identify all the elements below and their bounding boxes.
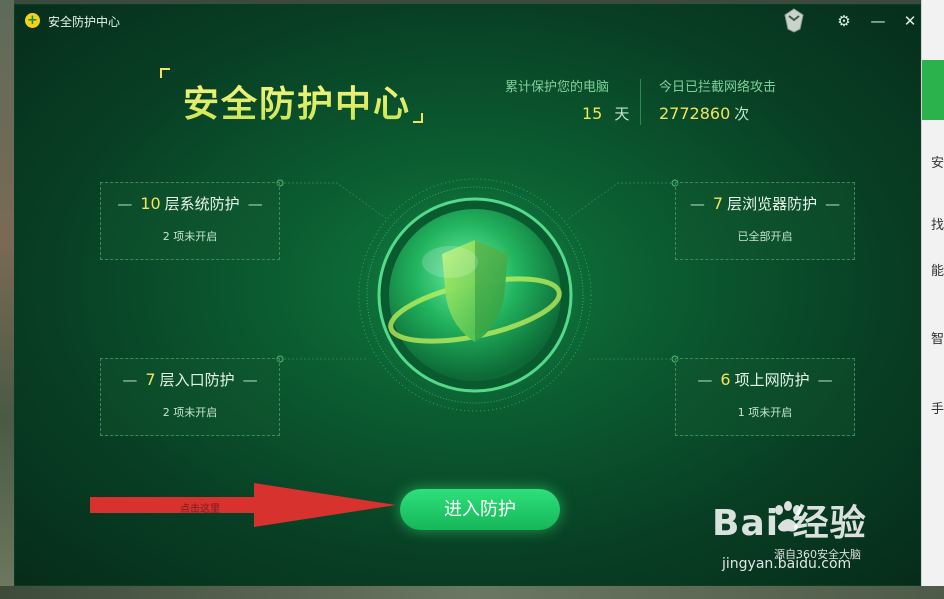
window-title: 安全防护中心 (48, 15, 121, 29)
card-count: 10 (140, 194, 161, 213)
protect-days-unit: 天 (614, 105, 630, 123)
title-bar: + 安全防护中心 ⚙ — ✕ (15, 5, 920, 35)
background-text: 找 (931, 218, 944, 233)
paw-icon (775, 501, 801, 532)
card-count: 7 (712, 194, 724, 213)
app-logo-icon: + (25, 13, 40, 28)
card-label: 项上网防护 (734, 371, 810, 389)
entry-protection-card[interactable]: —7 层入口防护 — 2 项未开启 (100, 358, 280, 436)
skin-badge-icon[interactable] (783, 7, 805, 33)
card-title: —7 层入口防护 — (122, 370, 258, 389)
title-bracket-decoration (160, 68, 170, 78)
card-status: 已全部开启 (737, 230, 793, 243)
card-status: 2 项未开启 (162, 230, 218, 243)
background-text: 手 (931, 402, 944, 417)
background-window-tab (922, 60, 944, 120)
card-count: 6 (720, 370, 731, 389)
card-label: 层入口防护 (159, 371, 235, 389)
web-protection-card[interactable]: —6 项上网防护 — 1 项未开启 (675, 358, 855, 436)
card-title: —7 层浏览器防护 — (689, 194, 841, 213)
browser-protection-card[interactable]: —7 层浏览器防护 — 已全部开启 (675, 182, 855, 260)
protect-days-value: 15 天 (582, 103, 629, 124)
card-status: 2 项未开启 (162, 406, 218, 419)
desktop-background-left (0, 0, 14, 599)
card-count: 7 (145, 370, 156, 389)
blocked-attacks-value: 2772860 次 (659, 103, 749, 124)
card-label: 层浏览器防护 (727, 195, 818, 213)
watermark-url: jingyan.baidu.com (722, 556, 852, 572)
globe-shield-icon (351, 171, 599, 419)
page-title: 安全防护中心 (183, 75, 411, 127)
enter-protection-button[interactable]: 进入防护 (400, 489, 560, 530)
title-bracket-decoration (413, 113, 423, 123)
arrow-annotation-label: 点击这里 (180, 504, 220, 515)
blocked-attacks-label: 今日已拦截网络攻击 (659, 80, 777, 95)
blocked-attacks-unit: 次 (734, 105, 750, 123)
system-protection-card[interactable]: —10 层系统防护 — 2 项未开启 (100, 182, 280, 260)
minimize-button[interactable]: — (867, 10, 889, 32)
background-text: 能 (931, 264, 944, 279)
card-title: —6 项上网防护 — (697, 370, 833, 389)
blocked-attacks-number: 2772860 (659, 104, 731, 123)
card-label: 层系统防护 (164, 195, 240, 213)
background-text: 安 (931, 156, 944, 171)
card-title: —10 层系统防护 — (117, 194, 263, 213)
protect-days-label: 累计保护您的电脑 (505, 80, 610, 95)
close-button[interactable]: ✕ (899, 10, 920, 32)
settings-button[interactable]: ⚙ (833, 10, 855, 32)
red-arrow-annotation (90, 483, 396, 527)
protect-days-number: 15 (582, 104, 603, 123)
stats-divider (640, 79, 641, 125)
background-text: 智 (931, 332, 944, 347)
protection-globe[interactable] (350, 170, 600, 420)
desktop-background-bottom (0, 586, 944, 599)
baidu-watermark: Bai 经验 源自360安全大脑 jingyan.baidu.com (712, 494, 932, 584)
card-status: 1 项未开启 (737, 406, 793, 419)
